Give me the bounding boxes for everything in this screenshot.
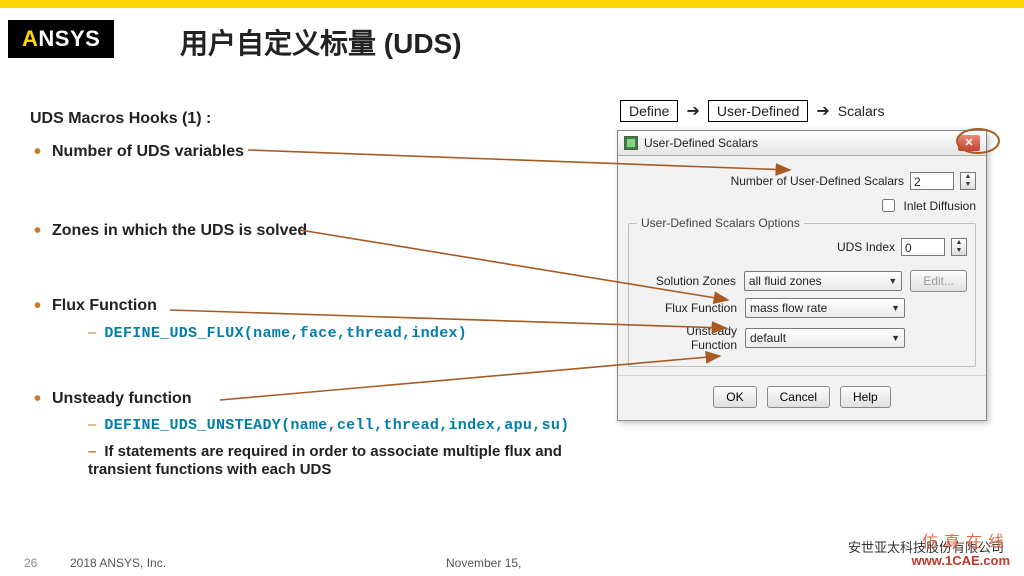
num-scalars-input[interactable]: 2: [910, 172, 954, 190]
cancel-button[interactable]: Cancel: [767, 386, 830, 408]
solution-zones-label: Solution Zones: [637, 274, 736, 288]
dialog-app-icon: [624, 136, 638, 150]
top-accent-bar: [0, 0, 1024, 8]
unsteady-code: DEFINE_UDS_UNSTEADY(name,cell,thread,ind…: [104, 417, 569, 434]
unsteady-function-select[interactable]: default: [745, 328, 905, 348]
slide-number: 26: [24, 556, 37, 570]
chevron-up-icon[interactable]: ▲: [952, 239, 966, 247]
dialog-body: Number of User-Defined Scalars 2 ▲▼ Inle…: [618, 156, 986, 375]
chevron-down-icon[interactable]: ▼: [961, 181, 975, 189]
dash-icon: –: [88, 324, 96, 341]
footer: 26 2018 ANSYS, Inc. November 15, 安世亚太科技股…: [0, 544, 1024, 570]
crumb-user-defined: User-Defined: [708, 100, 808, 122]
dash-icon: –: [88, 416, 96, 433]
flux-function-select[interactable]: mass flow rate: [745, 298, 905, 318]
flux-function-label: Flux Function: [637, 301, 737, 315]
num-scalars-label: Number of User-Defined Scalars: [731, 174, 904, 188]
uds-index-stepper[interactable]: ▲▼: [951, 238, 967, 256]
flux-code: DEFINE_UDS_FLUX(name,face,thread,index): [104, 325, 467, 342]
dialog-title-text: User-Defined Scalars: [644, 136, 758, 150]
bullet-flux-label: Flux Function: [52, 297, 157, 314]
solution-zones-value: all fluid zones: [749, 274, 822, 288]
num-scalars-stepper[interactable]: ▲▼: [960, 172, 976, 190]
watermark-url: www.1CAE.com: [912, 553, 1010, 568]
flux-code-line: –DEFINE_UDS_FLUX(name,face,thread,index): [52, 324, 590, 343]
slide-title: 用户自定义标量 (UDS): [180, 22, 462, 62]
breadcrumb: Define ➔ User-Defined ➔ Scalars: [620, 100, 884, 122]
section-subhead: UDS Macros Hooks (1) :: [30, 110, 590, 128]
solution-zones-select[interactable]: all fluid zones: [744, 271, 902, 291]
row-flux-function: Flux Function mass flow rate: [637, 298, 967, 318]
dialog-button-row: OK Cancel Help: [618, 375, 986, 420]
crumb-define: Define: [620, 100, 678, 122]
ok-button[interactable]: OK: [713, 386, 756, 408]
row-uds-index: UDS Index 0 ▲▼: [637, 238, 967, 256]
bullet-unsteady: Unsteady function –DEFINE_UDS_UNSTEADY(n…: [30, 389, 590, 479]
uds-index-input[interactable]: 0: [901, 238, 945, 256]
inlet-diffusion-checkbox[interactable]: [882, 199, 895, 212]
row-solution-zones: Solution Zones all fluid zones Edit...: [637, 270, 967, 292]
chevron-down-icon[interactable]: ▼: [952, 247, 966, 255]
bullet-unsteady-label: Unsteady function: [52, 390, 192, 407]
footer-date: November 15,: [446, 556, 521, 570]
copyright: 2018 ANSYS, Inc.: [70, 556, 166, 570]
dash-icon: –: [88, 443, 96, 460]
row-num-scalars: Number of User-Defined Scalars 2 ▲▼: [628, 172, 976, 190]
group-title: User-Defined Scalars Options: [637, 216, 804, 230]
dialog-titlebar[interactable]: User-Defined Scalars ✕: [618, 131, 986, 156]
row-inlet-diffusion: Inlet Diffusion: [628, 196, 976, 215]
unsteady-code-line: –DEFINE_UDS_UNSTEADY(name,cell,thread,in…: [52, 416, 590, 435]
chevron-up-icon[interactable]: ▲: [961, 173, 975, 181]
uds-dialog: User-Defined Scalars ✕ Number of User-De…: [617, 130, 987, 421]
logo-rest: NSYS: [38, 26, 100, 51]
unsteady-function-label: Unsteady Function: [637, 324, 737, 352]
edit-button[interactable]: Edit...: [910, 270, 967, 292]
uds-index-label: UDS Index: [837, 240, 895, 254]
flux-function-value: mass flow rate: [750, 301, 827, 315]
arrow-right-icon: ➔: [686, 101, 699, 121]
ansys-logo: ANSYS: [8, 20, 114, 58]
arrow-right-icon: ➔: [816, 101, 829, 121]
uds-options-group: User-Defined Scalars Options UDS Index 0…: [628, 223, 976, 367]
row-unsteady-function: Unsteady Function default: [637, 324, 967, 352]
unsteady-note-line: –If statements are required in order to …: [52, 443, 590, 479]
unsteady-function-value: default: [750, 331, 786, 345]
logo-a: A: [22, 26, 38, 51]
watermark-cn: 仿真在线: [922, 528, 1010, 552]
bullet-flux: Flux Function –DEFINE_UDS_FLUX(name,face…: [30, 296, 590, 342]
inlet-diffusion-label: Inlet Diffusion: [904, 199, 977, 213]
bullet-num-uds: Number of UDS variables: [30, 142, 590, 161]
bullet-list: Number of UDS variables Zones in which t…: [30, 142, 590, 479]
crumb-scalars: Scalars: [838, 103, 885, 119]
help-button[interactable]: Help: [840, 386, 891, 408]
unsteady-note: If statements are required in order to a…: [88, 443, 562, 478]
close-icon[interactable]: ✕: [958, 135, 980, 151]
bullet-zones: Zones in which the UDS is solved: [30, 221, 590, 240]
left-column: UDS Macros Hooks (1) : Number of UDS var…: [30, 110, 590, 479]
